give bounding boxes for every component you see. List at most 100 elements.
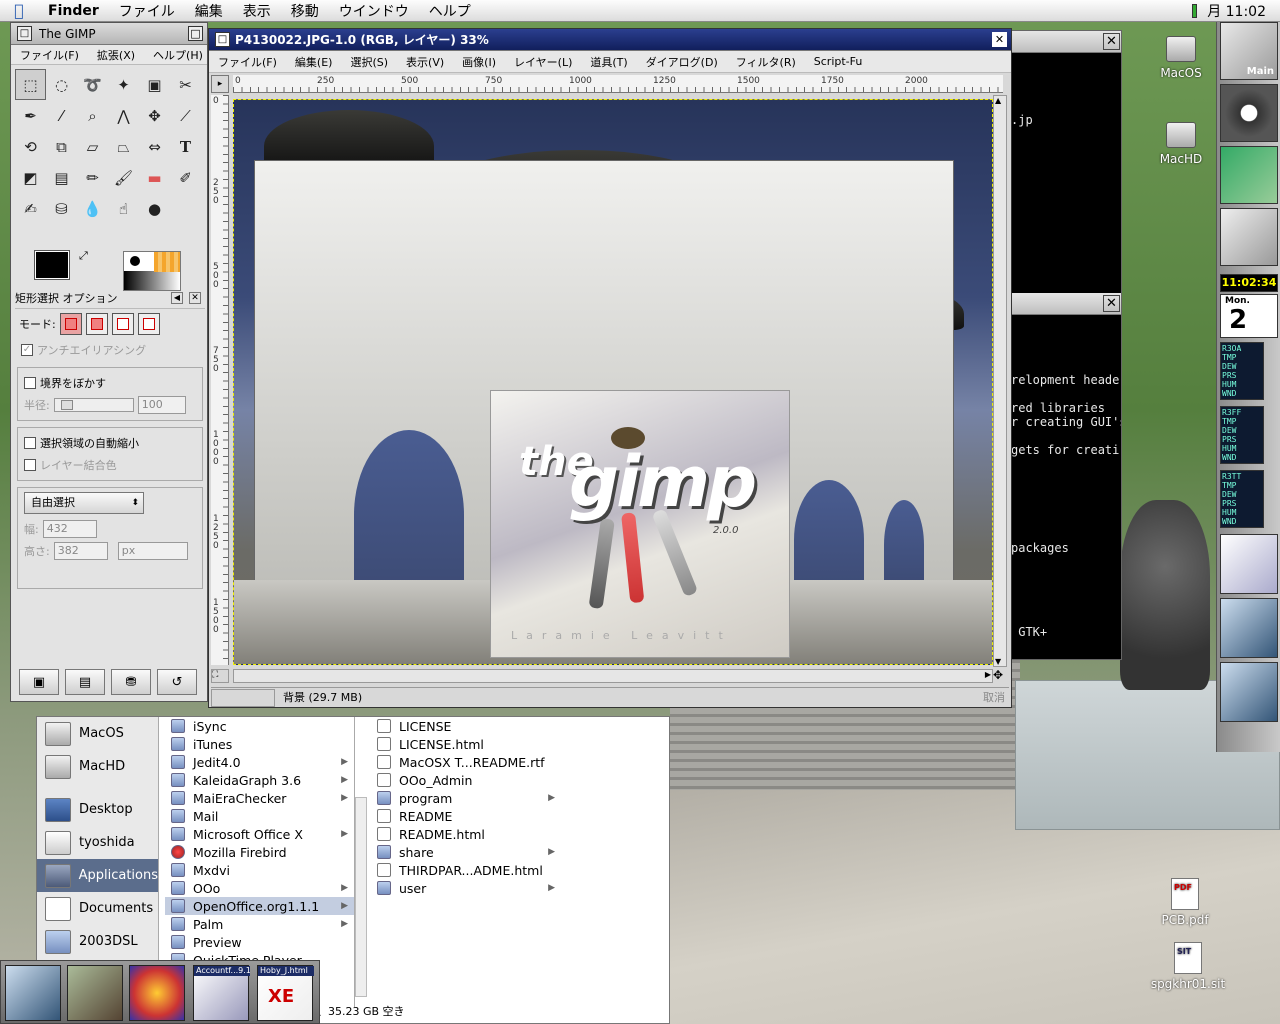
crop-tool-icon[interactable]: ⟋ [170, 100, 201, 131]
menu-edit[interactable]: 編集 [185, 1, 233, 21]
eraser-tool-icon[interactable]: ▬ [139, 162, 170, 193]
lasso-tool-icon[interactable]: ➰ [77, 69, 108, 100]
mode-subtract-button[interactable] [111, 313, 134, 335]
list-item[interactable]: THIRDPAR...ADME.html [371, 861, 561, 879]
scroll-up-icon[interactable]: ▲ [995, 96, 1001, 105]
toolbox-menu-file[interactable]: ファイル(F) [11, 47, 88, 63]
horizontal-scrollbar[interactable]: ▶ [233, 669, 993, 683]
restore-options-button[interactable]: ▤ [65, 669, 105, 695]
selection-mode-dropdown[interactable]: 自由選択 ⬍ [24, 492, 144, 514]
swap-colors-icon[interactable]: ⤢ [79, 249, 88, 263]
list-item[interactable]: MaiEraChecker ▶ [165, 789, 354, 807]
close-icon[interactable]: ✕ [992, 32, 1007, 47]
scroll-down-icon[interactable]: ▼ [995, 657, 1001, 666]
clock-app-icon[interactable] [1220, 84, 1278, 142]
list-item[interactable]: Jedit4.0 ▶ [165, 753, 354, 771]
list-item[interactable]: MacOSX T...README.rtf [371, 753, 561, 771]
mode-replace-button[interactable] [59, 313, 82, 335]
image-menu-tools[interactable]: 道具(T) [581, 54, 636, 70]
desktop-icon-macos[interactable]: MacOS [1146, 36, 1216, 80]
mode-intersect-button[interactable] [137, 313, 160, 335]
merge-layers-option[interactable]: レイヤー結合色 [24, 454, 196, 476]
feather-option[interactable]: 境界をぼかす [24, 372, 196, 394]
text-tool-icon[interactable]: T [170, 131, 201, 162]
bucket-fill-tool-icon[interactable]: ◩ [15, 162, 46, 193]
dock-item-main[interactable]: Main [1220, 22, 1278, 80]
menu-window[interactable]: ウインドウ [329, 1, 419, 21]
vertical-scrollbar[interactable]: ▲ ▼ [993, 95, 1007, 667]
rect-select-tool-icon[interactable]: ⬚ [15, 69, 46, 100]
sidebar-item-machd[interactable]: MacHD [37, 750, 158, 783]
dodge-burn-tool-icon[interactable]: ● [139, 193, 170, 224]
list-item[interactable]: iSync [165, 717, 354, 735]
sylpheed-mail-icon[interactable] [1220, 534, 1278, 594]
smudge-tool-icon[interactable]: ☝ [108, 193, 139, 224]
list-item[interactable]: LICENSE.html [371, 735, 561, 753]
cancel-button[interactable]: 取消 [983, 689, 1005, 707]
list-item[interactable]: Mail [165, 807, 354, 825]
ellipse-select-tool-icon[interactable]: ◌ [46, 69, 77, 100]
list-item[interactable]: Mozilla Firebird [165, 843, 354, 861]
gimp-wilber-icon[interactable] [1220, 208, 1278, 266]
list-item[interactable]: iTunes [165, 735, 354, 753]
feather-checkbox[interactable] [24, 377, 36, 389]
merge-layers-checkbox[interactable] [24, 459, 36, 471]
terminal-titlebar[interactable]: ✕ [1009, 31, 1121, 53]
sidebar-item-documents[interactable]: Documents [37, 892, 158, 925]
image-menu-dialogs[interactable]: ダイアログ(D) [637, 54, 727, 70]
list-item[interactable]: README [371, 807, 561, 825]
monitor-app-icon[interactable] [1220, 598, 1278, 658]
brush-pattern-gradient-preview[interactable] [123, 251, 181, 291]
radius-slider[interactable] [53, 398, 134, 412]
menu-file[interactable]: ファイル [109, 1, 185, 21]
paths-tool-icon[interactable]: ✒ [15, 100, 46, 131]
dock-calendar[interactable]: Mon. 2 [1220, 294, 1278, 338]
perspective-tool-icon[interactable]: ⏢ [108, 131, 139, 162]
color-picker-tool-icon[interactable]: ⁄ [46, 100, 77, 131]
list-item[interactable]: OOo_Admin [371, 771, 561, 789]
image-window-titlebar[interactable]: □ P4130022.JPG-1.0 (RGB, レイヤー) 33% ✕ [209, 29, 1011, 51]
image-menu-filters[interactable]: フィルタ(R) [727, 54, 805, 70]
unit-dropdown[interactable]: px [117, 542, 188, 560]
close-icon[interactable]: ✕ [189, 292, 201, 304]
reset-options-button[interactable]: ↺ [157, 669, 197, 695]
menu-go[interactable]: 移動 [281, 1, 329, 21]
battery-icon[interactable] [1192, 3, 1198, 18]
toolbox-titlebar[interactable]: □ The GIMP □ [11, 23, 207, 45]
blur-tool-icon[interactable]: 💧 [77, 193, 108, 224]
desktop-icon-sit[interactable]: SIT spgkhr01.sit [1146, 942, 1230, 991]
clone-tool-icon[interactable]: ⛁ [46, 193, 77, 224]
list-item[interactable]: user ▶ [371, 879, 561, 897]
gimp-paint-icon[interactable] [1220, 146, 1278, 204]
list-item[interactable]: KaleidaGraph 3.6 ▶ [165, 771, 354, 789]
delete-options-button[interactable]: ⛃ [111, 669, 151, 695]
finder-monitor-icon[interactable] [5, 965, 61, 1021]
ink-tool-icon[interactable]: ✍ [15, 193, 46, 224]
image-canvas[interactable]: the gimp 2.0.0 Laramie Leavitt [233, 99, 993, 665]
list-item[interactable]: Palm ▶ [165, 915, 354, 933]
apple-menu-icon[interactable]:  [0, 1, 38, 20]
toolbox-menu-help[interactable]: ヘルプ(H) [144, 47, 212, 63]
height-field[interactable]: 382 [53, 542, 108, 560]
finder-column-scrollbar[interactable] [355, 797, 367, 997]
close-icon[interactable]: ✕ [1103, 295, 1120, 312]
minimized-window-accountf[interactable]: Accountf...9.10 [193, 965, 250, 1021]
sidebar-item-2003dsl[interactable]: 2003DSL [37, 925, 158, 958]
navigate-icon[interactable]: ✥ [993, 669, 1007, 683]
desktop-icon-machd[interactable]: MacHD [1146, 122, 1216, 166]
width-field[interactable]: 432 [42, 520, 97, 538]
zoom-corner-icon[interactable]: ⛶ [211, 669, 229, 683]
move-tool-icon[interactable]: ✥ [139, 100, 170, 131]
list-item[interactable]: program ▶ [371, 789, 561, 807]
quick-mask-corner-icon[interactable]: ▸ [211, 75, 229, 93]
list-item[interactable]: share ▶ [371, 843, 561, 861]
list-item[interactable]: Microsoft Office X ▶ [165, 825, 354, 843]
measure-tool-icon[interactable]: ⋀ [108, 100, 139, 131]
list-item[interactable]: Mxdvi [165, 861, 354, 879]
close-icon[interactable]: ✕ [1103, 33, 1120, 50]
terminal-titlebar-2[interactable]: ✕ [1009, 293, 1121, 315]
shear-tool-icon[interactable]: ▱ [77, 131, 108, 162]
image-menu-layer[interactable]: レイヤー(L) [505, 54, 581, 70]
image-menu-file[interactable]: ファイル(F) [209, 54, 286, 70]
fuzzy-select-tool-icon[interactable]: ✦ [108, 69, 139, 100]
